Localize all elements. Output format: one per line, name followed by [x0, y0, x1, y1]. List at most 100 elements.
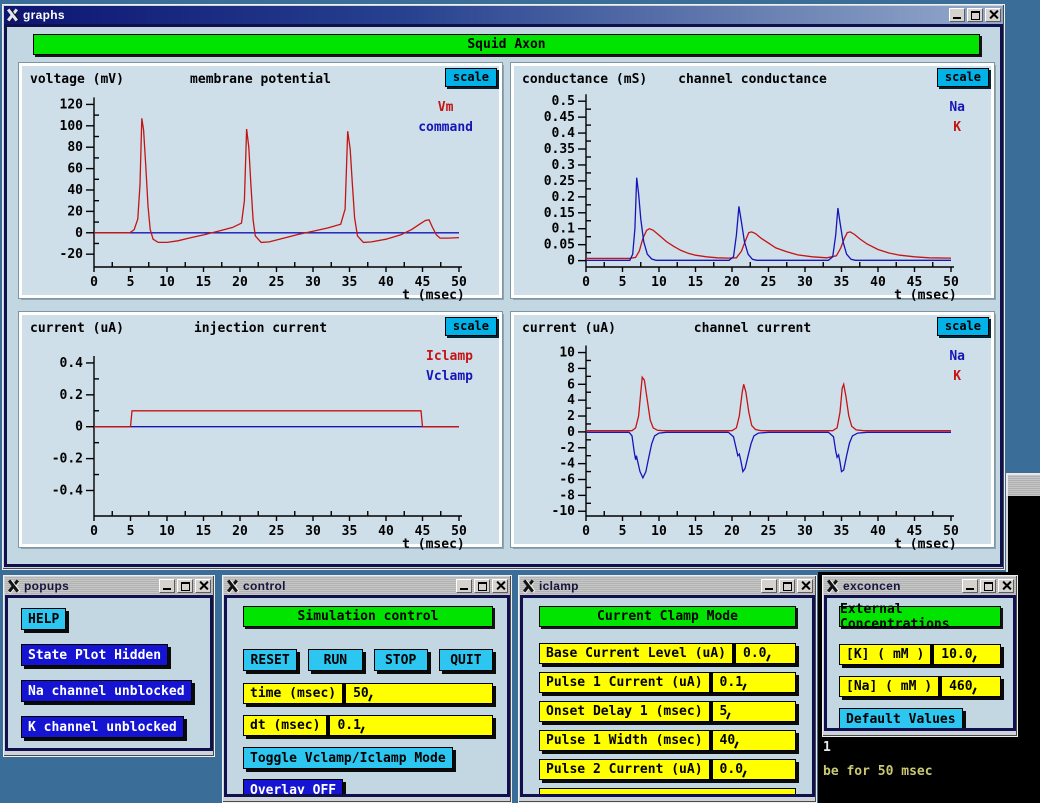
state-plot-button[interactable]: State Plot Hidden — [21, 644, 168, 666]
svg-text:0.4: 0.4 — [552, 126, 576, 141]
exconcen-titlebar[interactable]: exconcen — [824, 577, 1016, 595]
svg-text:t (msec): t (msec) — [894, 288, 957, 301]
svg-text:15: 15 — [196, 275, 212, 290]
svg-text:40: 40 — [378, 275, 394, 290]
svg-text:0.45: 0.45 — [544, 110, 575, 125]
maximize-button[interactable] — [177, 579, 193, 593]
base-current-input[interactable]: 0.0 — [736, 646, 795, 661]
y-axis-label: current (uA) — [30, 321, 124, 336]
close-button[interactable] — [195, 579, 211, 593]
scale-button[interactable]: scale — [937, 68, 989, 87]
svg-text:60: 60 — [67, 162, 83, 177]
iclamp-titlebar[interactable]: iclamp — [520, 577, 815, 595]
stop-button[interactable]: STOP — [374, 649, 428, 671]
svg-text:6: 6 — [567, 377, 575, 392]
svg-text:25: 25 — [269, 524, 285, 539]
current-clamp-banner: Current Clamp Mode — [539, 606, 796, 627]
svg-text:25: 25 — [269, 275, 285, 290]
svg-text:10: 10 — [159, 524, 175, 539]
x11-logo-icon — [7, 580, 20, 592]
membrane-potential-chart: -2002040608010012005101520253035404550t … — [22, 90, 505, 301]
terminal-line: 1 — [823, 740, 831, 755]
maximize-button[interactable] — [980, 579, 996, 593]
svg-text:2: 2 — [567, 409, 575, 424]
minimize-icon — [953, 17, 961, 19]
chart-title: channel conductance — [634, 72, 871, 87]
onset-delay1-field: Onset Delay 1 (msec) 5 — [539, 701, 796, 722]
svg-text:5: 5 — [127, 275, 135, 290]
svg-text:30: 30 — [797, 524, 813, 539]
reset-button[interactable]: RESET — [243, 649, 297, 671]
close-button[interactable] — [998, 579, 1014, 593]
quit-button[interactable]: QUIT — [439, 649, 493, 671]
scale-button[interactable]: scale — [937, 317, 989, 336]
x11-logo-icon — [522, 580, 535, 592]
svg-text:20: 20 — [724, 275, 740, 290]
terminal-titlebar-sliver[interactable] — [1006, 473, 1040, 496]
dt-input[interactable]: 0.1 — [330, 718, 492, 733]
time-input[interactable]: 50 — [346, 686, 492, 701]
maximize-icon — [971, 11, 980, 20]
minimize-button[interactable] — [159, 579, 175, 593]
time-field: time (msec) 50 — [243, 683, 493, 704]
minimize-icon — [163, 588, 171, 590]
svg-text:0.35: 0.35 — [544, 142, 575, 157]
popups-window: popups HELP State Plot Hidden Na channel… — [3, 575, 215, 757]
svg-text:0: 0 — [90, 524, 98, 539]
na-channel-button[interactable]: Na channel unblocked — [21, 680, 192, 702]
field-label: Onset Delay 1 (msec) — [540, 704, 709, 719]
channel-current-chart: -10-8-6-4-2024681005101520253035404550t … — [514, 339, 997, 550]
svg-text:-20: -20 — [60, 247, 84, 262]
k-channel-button[interactable]: K channel unblocked — [21, 716, 184, 738]
injection-current-panel: current (uA) injection current scale Icl… — [19, 312, 502, 547]
svg-text:0: 0 — [567, 254, 575, 269]
svg-text:-2: -2 — [559, 441, 575, 456]
svg-text:5: 5 — [619, 275, 627, 290]
iclamp-window: iclamp Current Clamp Mode Base Current L… — [518, 575, 817, 803]
channel-conductance-panel: conductance (mS) channel conductance sca… — [511, 63, 994, 298]
pulse2-current-input[interactable]: 0.0 — [713, 762, 795, 777]
window-title: popups — [24, 579, 155, 593]
svg-text:35: 35 — [834, 524, 850, 539]
close-icon — [199, 581, 208, 590]
toggle-clamp-mode-button[interactable]: Toggle Vclamp/Iclamp Mode — [243, 747, 453, 769]
minimize-button[interactable] — [761, 579, 777, 593]
graphs-titlebar[interactable]: graphs — [4, 6, 1003, 24]
svg-text:0.25: 0.25 — [544, 174, 575, 189]
pulse1-width-input[interactable]: 40 — [713, 733, 795, 748]
minimize-icon — [460, 588, 468, 590]
control-titlebar[interactable]: control — [224, 577, 510, 595]
pulse1-current-input[interactable]: 0.1 — [713, 675, 795, 690]
maximize-button[interactable] — [779, 579, 795, 593]
maximize-button[interactable] — [474, 579, 490, 593]
x11-logo-icon — [6, 9, 19, 21]
svg-text:-10: -10 — [552, 504, 576, 519]
chart-title: membrane potential — [142, 72, 379, 87]
minimize-button[interactable] — [962, 579, 978, 593]
help-button[interactable]: HELP — [21, 608, 66, 630]
popups-titlebar[interactable]: popups — [5, 577, 213, 595]
close-icon — [989, 10, 998, 19]
close-button[interactable] — [492, 579, 508, 593]
svg-text:-0.4: -0.4 — [52, 483, 83, 498]
maximize-icon — [783, 582, 792, 591]
k-concentration-input[interactable]: 10.0 — [934, 647, 1000, 662]
close-button[interactable] — [797, 579, 813, 593]
overlay-button[interactable]: Overlay OFF — [243, 779, 343, 797]
svg-text:4: 4 — [567, 393, 575, 408]
minimize-button[interactable] — [456, 579, 472, 593]
maximize-icon — [984, 582, 993, 591]
svg-text:0.2: 0.2 — [60, 388, 83, 403]
close-button[interactable] — [985, 8, 1001, 22]
minimize-button[interactable] — [949, 8, 965, 22]
scale-button[interactable]: scale — [445, 68, 497, 87]
maximize-button[interactable] — [967, 8, 983, 22]
default-values-button[interactable]: Default Values — [839, 708, 963, 730]
scale-button[interactable]: scale — [445, 317, 497, 336]
next-field-partial[interactable] — [539, 788, 796, 797]
onset-delay1-input[interactable]: 5 — [713, 704, 795, 719]
run-button[interactable]: RUN — [308, 649, 362, 671]
svg-text:100: 100 — [60, 119, 84, 134]
na-concentration-input[interactable]: 460 — [942, 679, 1000, 694]
svg-text:0: 0 — [582, 275, 590, 290]
